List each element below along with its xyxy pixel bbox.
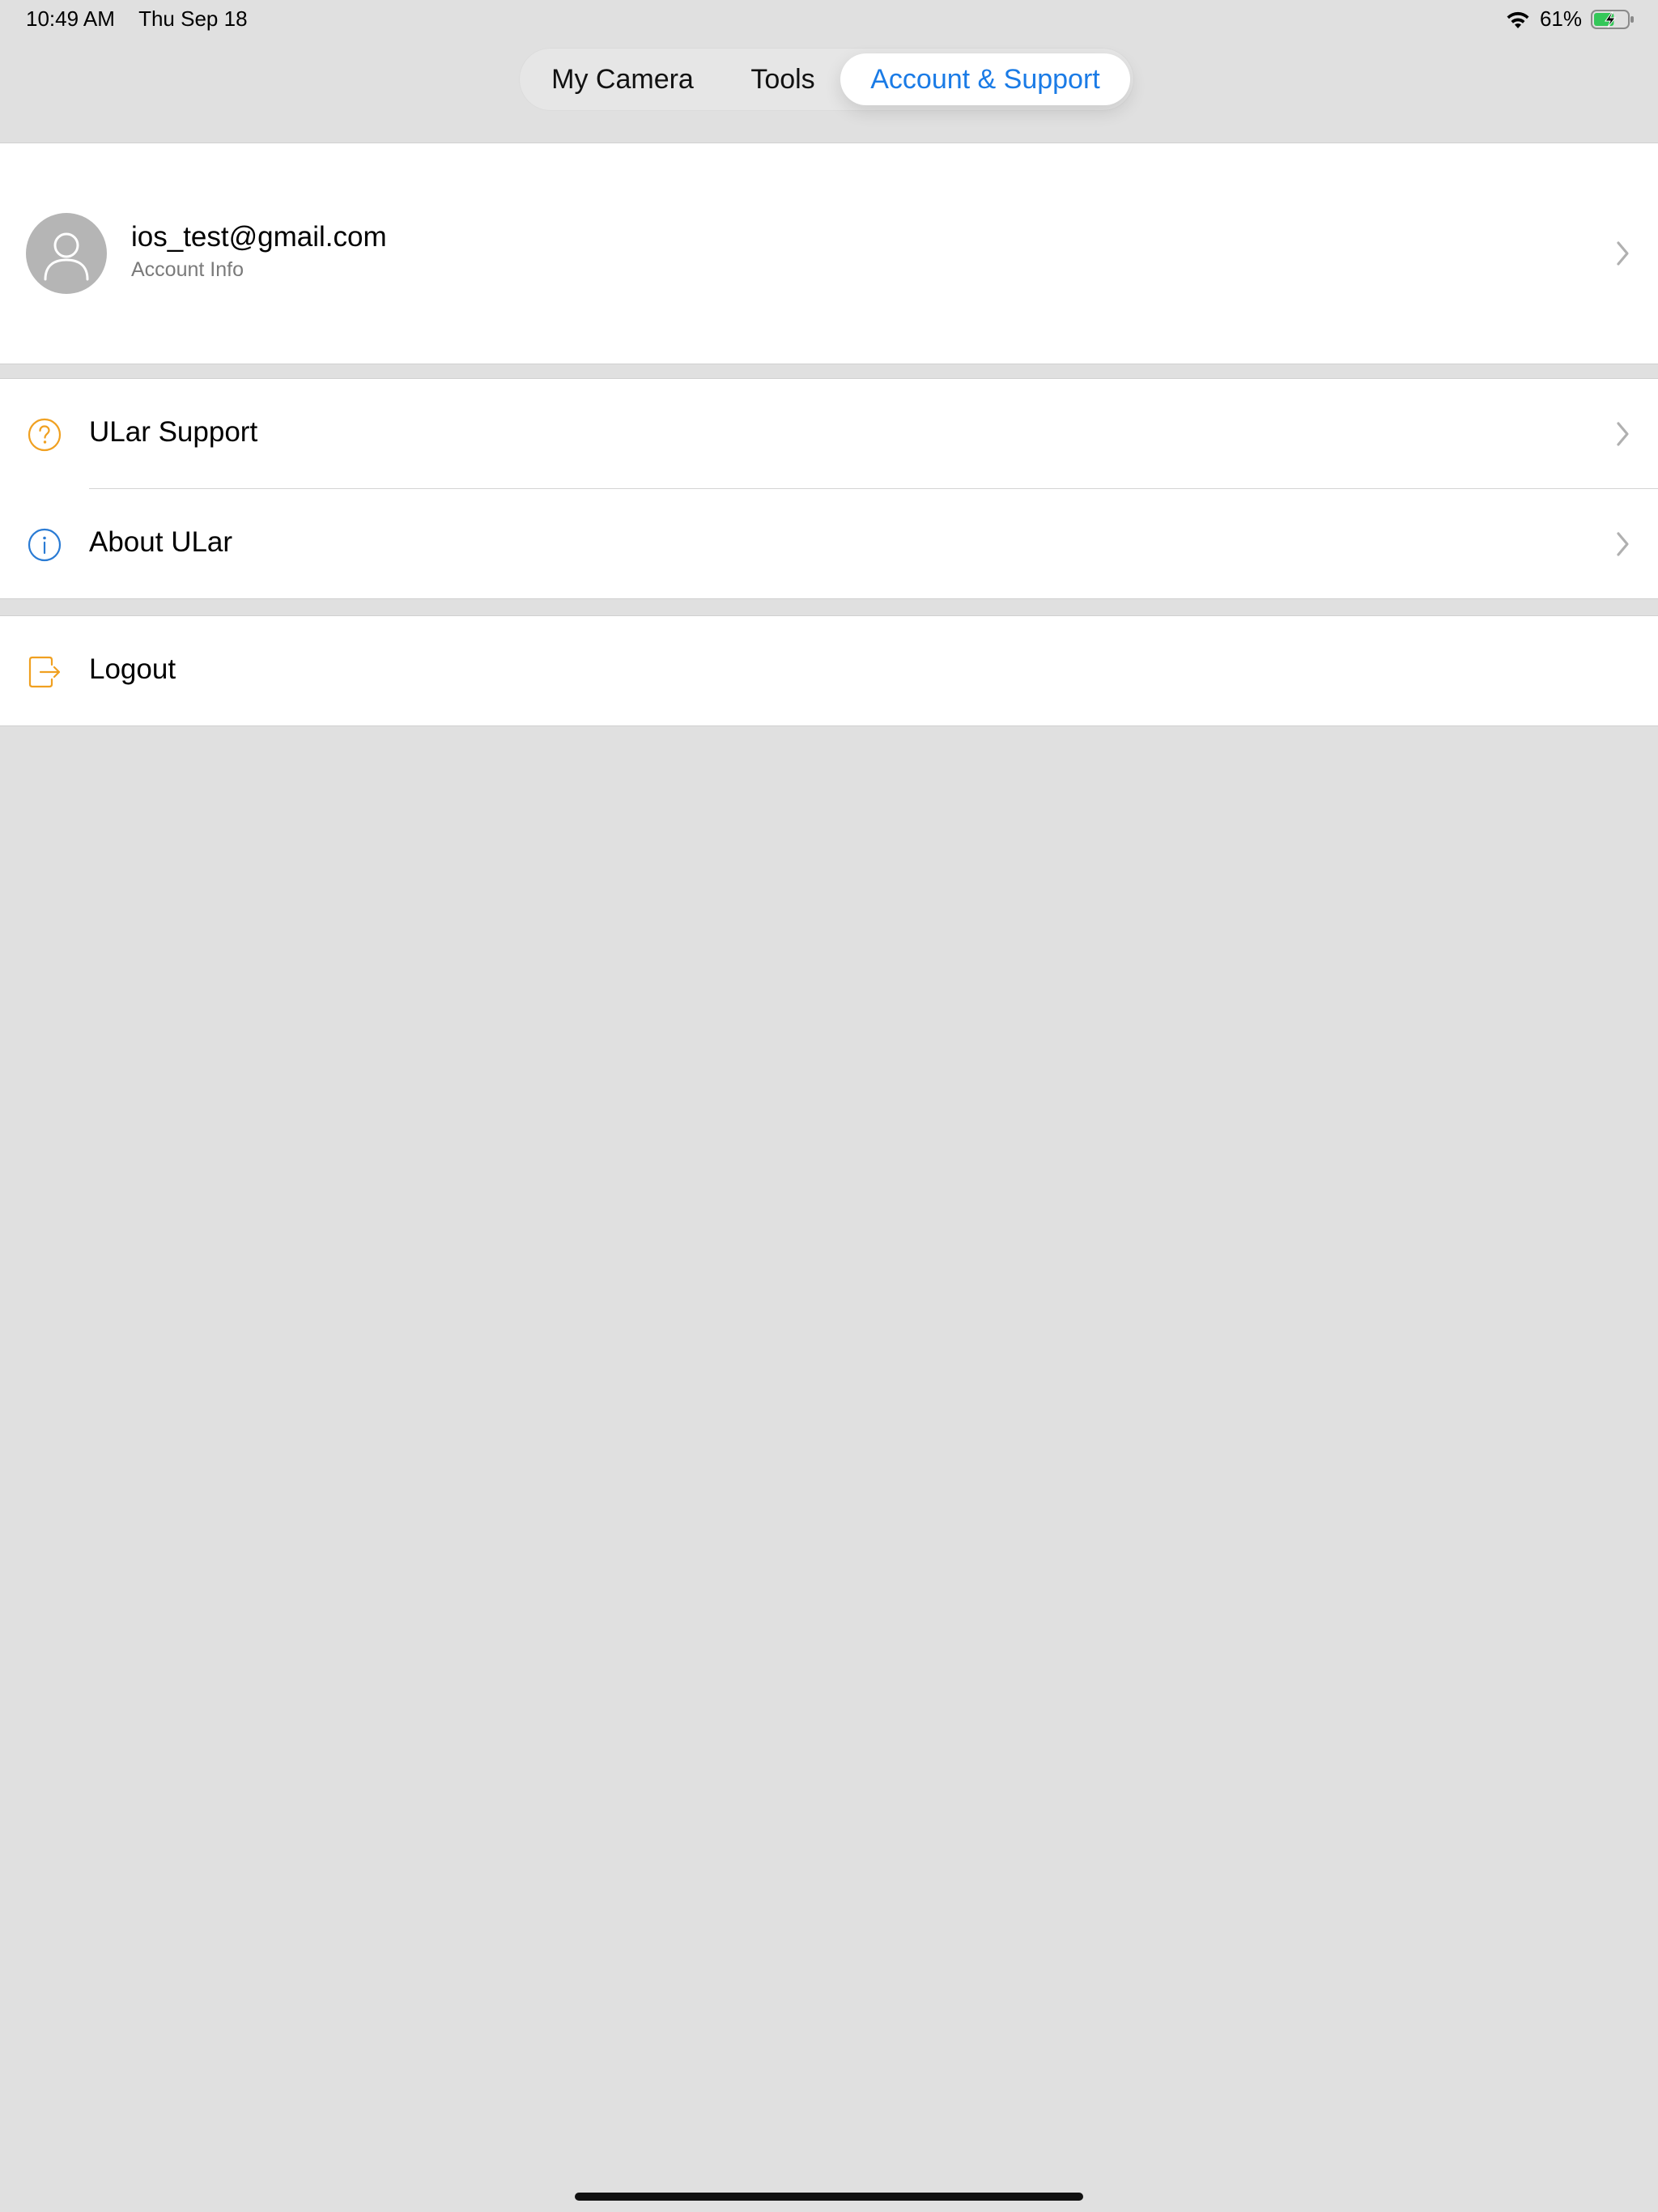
- about-ular-row[interactable]: About ULar: [0, 489, 1658, 598]
- ular-support-row[interactable]: ULar Support: [0, 379, 1658, 487]
- account-info-row[interactable]: ios_test@gmail.com Account Info: [0, 143, 1658, 364]
- chevron-right-icon: [1617, 532, 1629, 556]
- ular-support-label: ULar Support: [89, 416, 258, 448]
- chevron-right-icon: [1617, 241, 1629, 266]
- account-email: ios_test@gmail.com: [131, 221, 387, 253]
- home-indicator: [575, 2193, 1083, 2201]
- status-right-group: 61%: [1504, 6, 1635, 32]
- battery-percent: 61%: [1539, 6, 1582, 31]
- logout-section: Logout: [0, 615, 1658, 726]
- about-ular-label: About ULar: [89, 526, 233, 558]
- logout-label: Logout: [89, 653, 176, 685]
- question-circle-icon: [28, 418, 62, 452]
- status-time: 10:49 AM: [26, 6, 115, 31]
- tab-tools[interactable]: Tools: [714, 53, 852, 105]
- chevron-right-icon: [1617, 422, 1629, 446]
- logout-row[interactable]: Logout: [0, 616, 1658, 725]
- status-date: Thu Sep 18: [138, 6, 248, 31]
- wifi-icon: [1507, 11, 1529, 28]
- tab-account-support[interactable]: Account & Support: [840, 53, 1130, 105]
- tab-my-camera[interactable]: My Camera: [531, 53, 714, 105]
- status-time-date: 10:49 AM Thu Sep 18: [26, 6, 248, 32]
- account-info-label: Account Info: [131, 258, 244, 281]
- avatar-person-icon: [26, 213, 107, 294]
- battery-charging-icon: [1591, 9, 1634, 29]
- status-bar: 10:49 AM Thu Sep 18 61%: [0, 0, 1658, 39]
- logout-icon: [28, 656, 61, 688]
- info-circle-icon: [28, 528, 62, 562]
- support-section: ULar Support About ULar: [0, 378, 1658, 599]
- tab-segmented-control: My Camera Tools Account & Support: [520, 49, 1133, 110]
